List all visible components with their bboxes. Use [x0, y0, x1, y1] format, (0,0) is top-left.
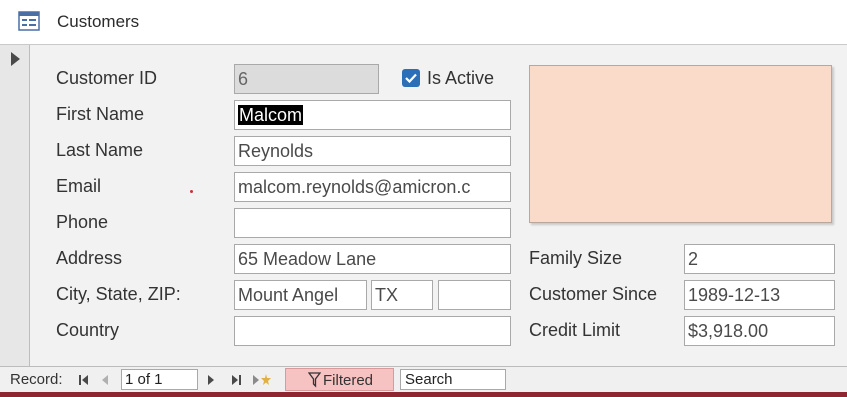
checkmark-icon: [405, 73, 417, 84]
record-selector[interactable]: [0, 45, 30, 366]
funnel-filter-icon: [307, 372, 322, 393]
is-active-label[interactable]: Is Active: [427, 68, 494, 89]
credit-limit-label: Credit Limit: [529, 320, 621, 340]
country-field[interactable]: [234, 316, 511, 346]
marker-dot: [190, 190, 193, 193]
address-label: Address: [56, 248, 123, 268]
zip-field[interactable]: [438, 280, 511, 310]
form-view-icon: [18, 11, 40, 31]
email-label: Email: [56, 176, 102, 196]
last-name-field[interactable]: Reynolds: [234, 136, 511, 166]
family-size-field[interactable]: 2: [684, 244, 835, 274]
filtered-label: Filtered: [323, 372, 374, 389]
current-record-box[interactable]: 1 of 1: [121, 369, 198, 390]
phone-label: Phone: [56, 212, 109, 232]
last-name-label: Last Name: [56, 140, 144, 160]
city-field[interactable]: Mount Angel: [234, 280, 367, 310]
window-bottom-border: [0, 392, 847, 397]
customer-since-label: Customer Since: [529, 284, 658, 304]
address-field[interactable]: 65 Meadow Lane: [234, 244, 511, 274]
last-record-icon[interactable]: [230, 372, 242, 388]
new-record-icon[interactable]: [251, 372, 273, 388]
state-field[interactable]: TX: [371, 280, 433, 310]
form-body: Customer ID First Name Last Name Email P…: [0, 45, 847, 366]
filtered-toggle-button[interactable]: Filtered: [285, 368, 394, 391]
country-label: Country: [56, 320, 120, 340]
previous-record-icon[interactable]: [100, 372, 110, 388]
first-name-field[interactable]: Malcom: [234, 100, 511, 130]
family-size-label: Family Size: [529, 248, 623, 268]
phone-field[interactable]: [234, 208, 511, 238]
customer-id-label: Customer ID: [56, 68, 158, 88]
window-title[interactable]: Customers: [57, 12, 139, 32]
first-record-icon[interactable]: [78, 372, 90, 388]
record-navigation-bar: Record: 1 of 1 Filtered Search: [0, 366, 847, 393]
record-label: Record:: [10, 371, 63, 388]
first-name-label: First Name: [56, 104, 145, 124]
current-record-arrow-icon: [11, 52, 20, 66]
customer-since-field[interactable]: 1989-12-13: [684, 280, 835, 310]
first-name-value: Malcom: [238, 105, 304, 125]
is-active-checkbox[interactable]: [402, 69, 420, 87]
next-record-icon[interactable]: [206, 372, 216, 388]
customer-photo-frame[interactable]: [529, 65, 832, 223]
search-box[interactable]: Search: [400, 369, 506, 390]
credit-limit-field[interactable]: $3,918.00: [684, 316, 835, 346]
email-field[interactable]: malcom.reynolds@amicron.c: [234, 172, 511, 202]
customer-id-field[interactable]: 6: [234, 64, 379, 94]
title-bar: Customers: [0, 0, 847, 45]
city-state-zip-label: City, State, ZIP:: [56, 284, 181, 304]
